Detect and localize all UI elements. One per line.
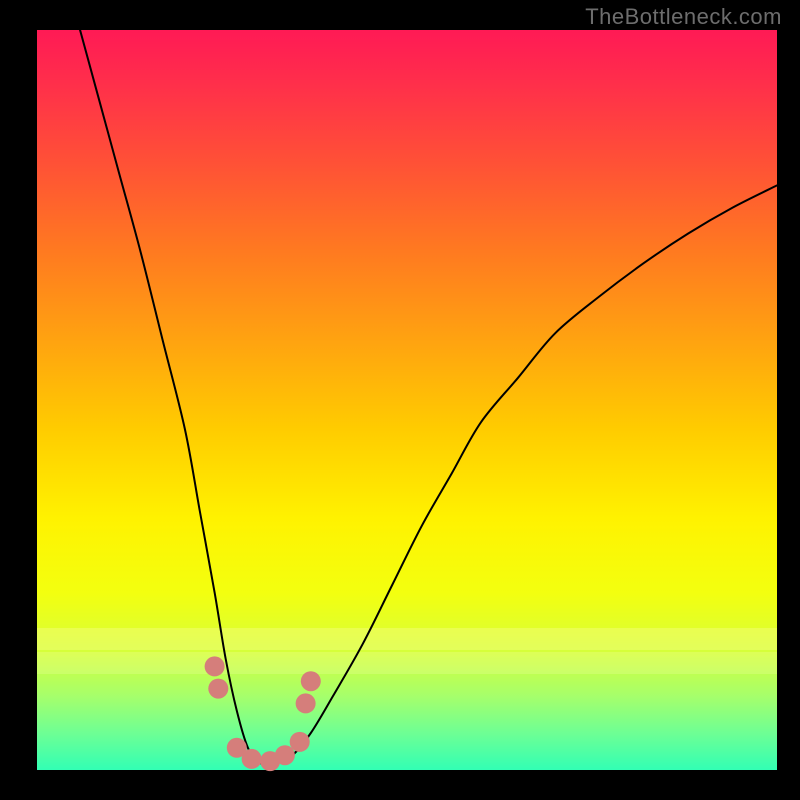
marker-group [205,656,321,771]
marker-dot [296,693,316,713]
plot-area [37,30,777,770]
marker-dot [290,732,310,752]
marker-dot [275,745,295,765]
marker-dot [301,671,321,691]
watermark-text: TheBottleneck.com [585,4,782,30]
marker-dot [242,749,262,769]
marker-dot [205,656,225,676]
curve-layer [37,30,777,770]
bottleneck-curve [74,8,777,764]
chart-stage: TheBottleneck.com [0,0,800,800]
marker-dot [208,679,228,699]
